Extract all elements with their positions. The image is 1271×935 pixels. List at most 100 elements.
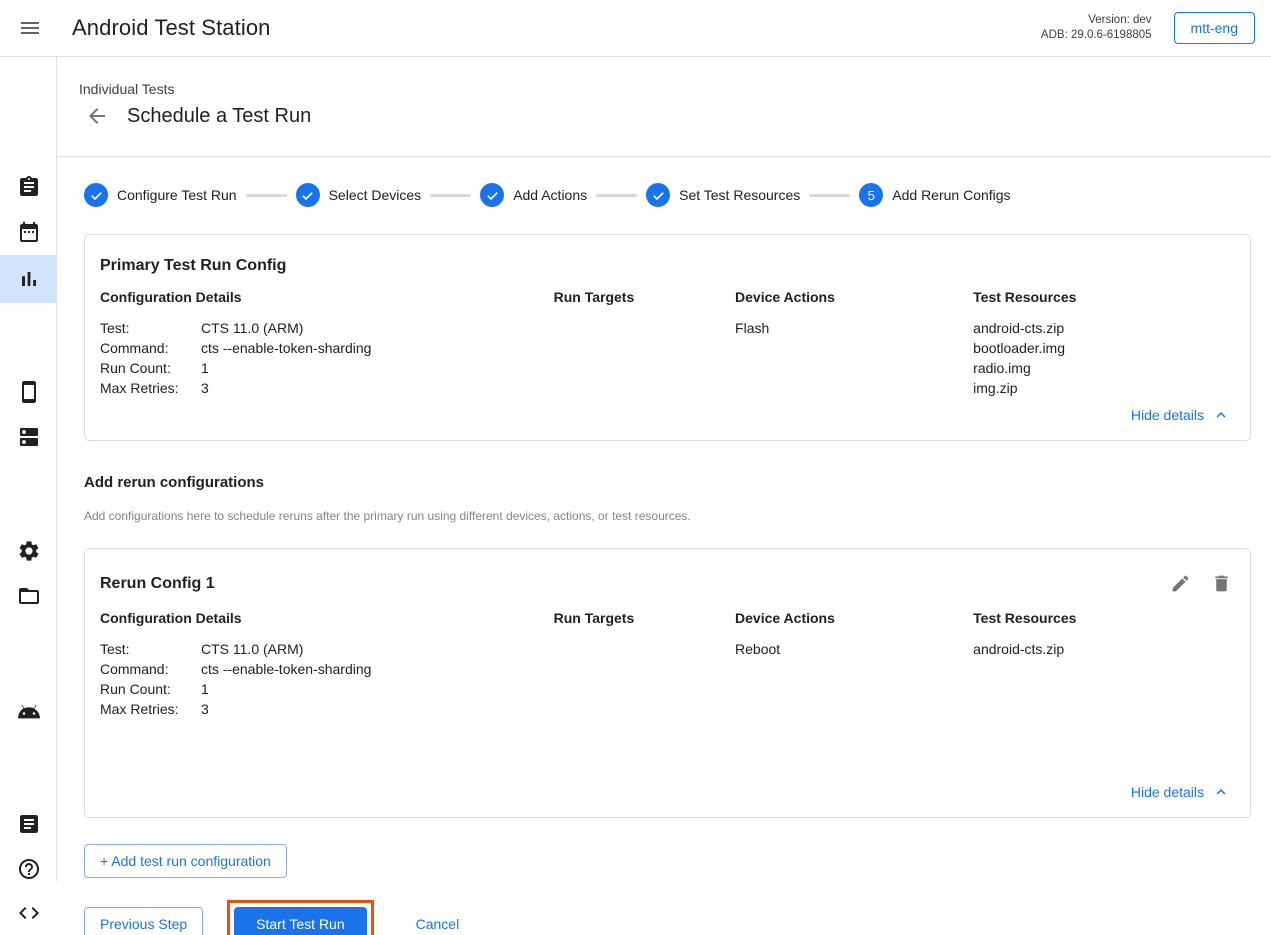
main-content: Individual Tests Schedule a Test Run Con… xyxy=(58,57,1271,935)
detail-row: Command:cts --enable-token-sharding xyxy=(100,338,554,358)
chevron-up-icon xyxy=(1212,783,1230,801)
step-connector xyxy=(596,194,637,197)
detail-row: Command:cts --enable-token-sharding xyxy=(100,659,554,679)
sidebar-item-dev-tools[interactable] xyxy=(0,890,57,935)
card-title: Primary Test Run Config xyxy=(100,257,286,275)
sidebar-item-hosts[interactable] xyxy=(0,414,57,459)
android-robot-icon xyxy=(17,697,41,721)
sidebar-item-test-plans[interactable] xyxy=(0,209,57,254)
step-connector xyxy=(246,194,287,197)
test-resources-column: Test Resources android-cts.zip xyxy=(973,610,1234,719)
configuration-details-column: Configuration Details Test:CTS 11.0 (ARM… xyxy=(100,289,554,398)
sidebar-item-file-browser[interactable] xyxy=(0,573,57,618)
user-account-button[interactable]: mtt-eng xyxy=(1174,12,1255,44)
column-header: Configuration Details xyxy=(100,610,554,626)
notes-icon xyxy=(17,812,41,836)
cancel-button[interactable]: Cancel xyxy=(416,916,460,932)
column-header: Configuration Details xyxy=(100,289,554,305)
device-actions-column: Device Actions Reboot xyxy=(735,610,973,719)
sidebar-item-settings[interactable] xyxy=(0,528,57,573)
column-header: Run Targets xyxy=(554,610,735,626)
test-resource: android-cts.zip xyxy=(973,318,1234,338)
column-header: Test Resources xyxy=(973,610,1234,626)
primary-config-card: Primary Test Run Config Configuration De… xyxy=(84,234,1251,441)
configuration-details-column: Configuration Details Test:CTS 11.0 (ARM… xyxy=(100,610,554,719)
step-add-actions[interactable]: Add Actions xyxy=(480,183,587,207)
add-test-run-configuration-button[interactable]: + Add test run configuration xyxy=(84,844,287,878)
chevron-up-icon xyxy=(1212,406,1230,424)
page-header: Individual Tests Schedule a Test Run xyxy=(58,57,1271,157)
detail-row: Run Count:1 xyxy=(100,358,554,378)
detail-row: Test:CTS 11.0 (ARM) xyxy=(100,318,554,338)
version-line: Version: dev xyxy=(1041,13,1152,28)
pencil-icon xyxy=(1170,573,1191,594)
column-header: Run Targets xyxy=(554,289,735,305)
device-action: Reboot xyxy=(735,639,973,659)
storage-icon xyxy=(17,425,41,449)
sidebar xyxy=(0,57,57,881)
step-connector xyxy=(809,194,850,197)
sidebar-item-help[interactable] xyxy=(0,846,57,891)
breadcrumb: Individual Tests xyxy=(79,81,1271,97)
sidebar-item-android[interactable] xyxy=(0,686,57,731)
test-resource: radio.img xyxy=(973,358,1234,378)
stepper: Configure Test Run Select Devices Add Ac… xyxy=(84,183,1251,207)
run-targets-column: Run Targets xyxy=(554,610,735,719)
step-connector xyxy=(430,194,471,197)
previous-step-button[interactable]: Previous Step xyxy=(84,907,203,935)
calendar-icon xyxy=(17,220,41,244)
step-check-icon xyxy=(480,183,504,207)
smartphone-icon xyxy=(17,380,41,404)
test-resource: android-cts.zip xyxy=(973,639,1234,659)
rerun-section-description: Add configurations here to schedule reru… xyxy=(84,509,1251,523)
column-header: Device Actions xyxy=(735,289,973,305)
detail-row: Max Retries:3 xyxy=(100,699,554,719)
card-title: Rerun Config 1 xyxy=(100,575,215,593)
step-label: Select Devices xyxy=(329,187,422,203)
device-actions-column: Device Actions Flash xyxy=(735,289,973,398)
step-check-icon xyxy=(646,183,670,207)
hamburger-menu-icon[interactable] xyxy=(0,16,60,40)
column-header: Test Resources xyxy=(973,289,1234,305)
step-label: Configure Test Run xyxy=(117,187,237,203)
step-configure-test-run[interactable]: Configure Test Run xyxy=(84,183,237,207)
hide-details-link[interactable]: Hide details xyxy=(1131,406,1230,424)
detail-row: Run Count:1 xyxy=(100,679,554,699)
sidebar-item-test-suites[interactable] xyxy=(0,164,57,209)
step-select-devices[interactable]: Select Devices xyxy=(296,183,422,207)
help-icon xyxy=(17,857,41,881)
sidebar-item-test-runs[interactable] xyxy=(0,255,57,303)
annotation-highlight-box: Start Test Run xyxy=(227,900,373,935)
app-header: Android Test Station Version: dev ADB: 2… xyxy=(0,0,1271,57)
step-check-icon xyxy=(296,183,320,207)
delete-button[interactable] xyxy=(1209,571,1234,596)
adb-version-line: ADB: 29.0.6-6198805 xyxy=(1041,28,1152,43)
settings-gear-icon xyxy=(17,539,41,563)
app-title: Android Test Station xyxy=(72,15,271,41)
sidebar-item-docs[interactable] xyxy=(0,801,57,846)
start-test-run-button[interactable]: Start Test Run xyxy=(234,907,366,935)
step-label: Set Test Resources xyxy=(679,187,800,203)
page-title: Schedule a Test Run xyxy=(127,105,311,128)
code-icon xyxy=(17,901,41,925)
bar-chart-icon xyxy=(17,267,41,291)
step-add-rerun-configs[interactable]: 5 Add Rerun Configs xyxy=(859,183,1010,207)
trash-icon xyxy=(1211,573,1232,594)
test-resource: bootloader.img xyxy=(973,338,1234,358)
step-check-icon xyxy=(84,183,108,207)
rerun-section-heading: Add rerun configurations xyxy=(84,474,1251,491)
test-resources-column: Test Resources android-cts.zip bootloade… xyxy=(973,289,1234,398)
step-set-test-resources[interactable]: Set Test Resources xyxy=(646,183,800,207)
back-arrow-icon xyxy=(85,104,109,128)
version-info: Version: dev ADB: 29.0.6-6198805 xyxy=(1041,13,1152,43)
folder-icon xyxy=(17,584,41,608)
hide-details-link[interactable]: Hide details xyxy=(1131,783,1230,801)
sidebar-item-devices[interactable] xyxy=(0,369,57,414)
step-label: Add Actions xyxy=(513,187,587,203)
column-header: Device Actions xyxy=(735,610,973,626)
detail-row: Max Retries:3 xyxy=(100,378,554,398)
back-button[interactable] xyxy=(85,104,109,128)
assignment-icon xyxy=(17,175,41,199)
test-resource: img.zip xyxy=(973,378,1234,398)
edit-button[interactable] xyxy=(1168,571,1193,596)
